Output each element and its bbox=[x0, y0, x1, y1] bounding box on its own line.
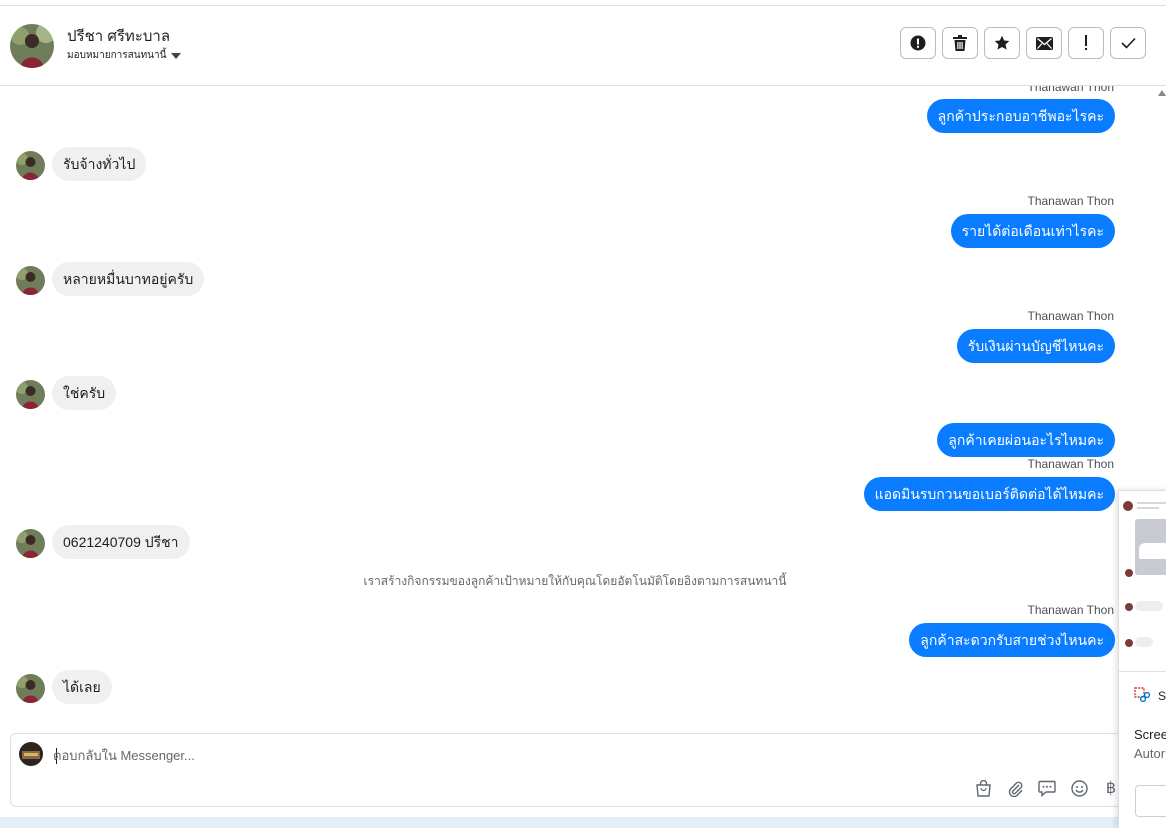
incoming-message[interactable]: 0621240709 ปรีชา bbox=[52, 525, 190, 559]
exclamation-icon bbox=[1085, 35, 1087, 50]
incoming-message[interactable]: รับจ้างทั่วไป bbox=[52, 147, 147, 181]
envelope-icon bbox=[1035, 36, 1053, 50]
overlay-avatar bbox=[1125, 639, 1133, 647]
overlay-avatar bbox=[1125, 603, 1133, 611]
star-button[interactable] bbox=[984, 27, 1020, 59]
overlay-avatar bbox=[1125, 569, 1133, 577]
screenshot-tool-overlay[interactable]: Sn Scree Autor bbox=[1118, 490, 1166, 828]
overlay-avatar bbox=[1123, 501, 1133, 511]
incoming-message[interactable]: หลายหมื่นบาทอยู่ครับ bbox=[52, 262, 205, 296]
sender-name: Thanawan Thon bbox=[1027, 457, 1114, 471]
header-actions bbox=[900, 27, 1146, 59]
scroll-up-arrow[interactable] bbox=[1158, 90, 1166, 96]
bottom-strip bbox=[0, 817, 1166, 828]
message-thread[interactable]: Thanawan Thon ลูกค้าประกอบอาชีพอะไรคะ รั… bbox=[0, 86, 1150, 732]
outgoing-message[interactable]: ลูกค้าสะดวกรับสายช่วงไหนคะ bbox=[909, 623, 1115, 657]
shop-button[interactable] bbox=[973, 778, 993, 798]
mark-important-button[interactable] bbox=[1068, 27, 1104, 59]
contact-avatar-small bbox=[16, 266, 45, 295]
sender-name: Thanawan Thon bbox=[1027, 194, 1114, 208]
contact-avatar[interactable] bbox=[10, 24, 54, 68]
sender-name: Thanawan Thon bbox=[1027, 86, 1114, 94]
overlay-bubble bbox=[1135, 601, 1163, 611]
sender-name: Thanawan Thon bbox=[1027, 309, 1114, 323]
incoming-message[interactable]: ได้เลย bbox=[52, 670, 112, 704]
outgoing-message[interactable]: ลูกค้าประกอบอาชีพอะไรคะ bbox=[926, 99, 1115, 133]
overlay-bubble bbox=[1135, 637, 1153, 647]
overlay-action-button[interactable] bbox=[1135, 785, 1166, 817]
outgoing-message[interactable]: แอดมินรบกวนขอเบอร์ติดต่อได้ไหมคะ bbox=[863, 477, 1115, 511]
star-icon bbox=[994, 35, 1010, 50]
overlay-preview-line bbox=[1137, 507, 1159, 509]
delete-button[interactable] bbox=[942, 27, 978, 59]
overlay-app-name: Sn bbox=[1158, 689, 1166, 703]
sender-name: Thanawan Thon bbox=[1027, 603, 1114, 617]
emoji-icon bbox=[1070, 779, 1088, 797]
conversation-header: ปรีชา ศรีทะบาล มอบหมายการสนทนานี้ bbox=[0, 6, 1166, 86]
outgoing-message[interactable]: รับเงินผ่านบัญชีไหนคะ bbox=[956, 329, 1115, 363]
alert-circle-icon bbox=[910, 35, 926, 51]
saved-replies-button[interactable] bbox=[1037, 778, 1057, 798]
contact-avatar-small bbox=[16, 380, 45, 409]
emoji-button[interactable] bbox=[1069, 778, 1089, 798]
contact-avatar-small bbox=[16, 151, 45, 180]
composer-toolbar: ฿ bbox=[973, 778, 1121, 798]
trash-icon bbox=[953, 35, 967, 51]
system-notice: เราสร้างกิจกรรมของลูกค้าเป้าหมายให้กับคุ… bbox=[363, 574, 787, 588]
report-button[interactable] bbox=[900, 27, 936, 59]
mark-done-button[interactable] bbox=[1110, 27, 1146, 59]
chat-bubble-icon bbox=[1038, 780, 1056, 797]
overlay-subtitle: Autor bbox=[1134, 746, 1166, 761]
overlay-divider bbox=[1119, 671, 1166, 672]
snipping-tool-icon bbox=[1134, 687, 1151, 708]
shopping-bag-icon bbox=[975, 779, 991, 797]
page-avatar bbox=[19, 742, 43, 766]
baht-icon: ฿ bbox=[1105, 780, 1117, 797]
reply-input[interactable] bbox=[53, 744, 853, 766]
overlay-preview-line bbox=[1137, 502, 1166, 504]
outgoing-message[interactable]: รายได้ต่อเดือนเท่าไรคะ bbox=[950, 214, 1115, 248]
paperclip-icon bbox=[1008, 781, 1023, 797]
caret-down-icon bbox=[171, 52, 182, 59]
check-icon bbox=[1120, 37, 1136, 49]
attach-button[interactable] bbox=[1005, 778, 1025, 798]
mail-button[interactable] bbox=[1026, 27, 1062, 59]
reply-composer: ฿ bbox=[10, 733, 1130, 807]
contact-avatar-small bbox=[16, 529, 45, 558]
messenger-conversation-window: ปรีชา ศรีทะบาล มอบหมายการสนทนานี้ Thanaw… bbox=[0, 0, 1166, 828]
contact-avatar-small bbox=[16, 674, 45, 703]
assign-label: มอบหมายการสนทนานี้ bbox=[67, 50, 167, 61]
overlay-thumbnail bbox=[1135, 519, 1166, 575]
assign-conversation-dropdown[interactable]: มอบหมายการสนทนานี้ bbox=[67, 48, 182, 63]
outgoing-message[interactable]: ลูกค้าเคยผ่อนอะไรไหมคะ bbox=[937, 423, 1115, 457]
contact-name[interactable]: ปรีชา ศรีทะบาล bbox=[67, 24, 170, 48]
overlay-title: Scree bbox=[1134, 727, 1166, 742]
incoming-message[interactable]: ใช่ครับ bbox=[52, 376, 117, 410]
